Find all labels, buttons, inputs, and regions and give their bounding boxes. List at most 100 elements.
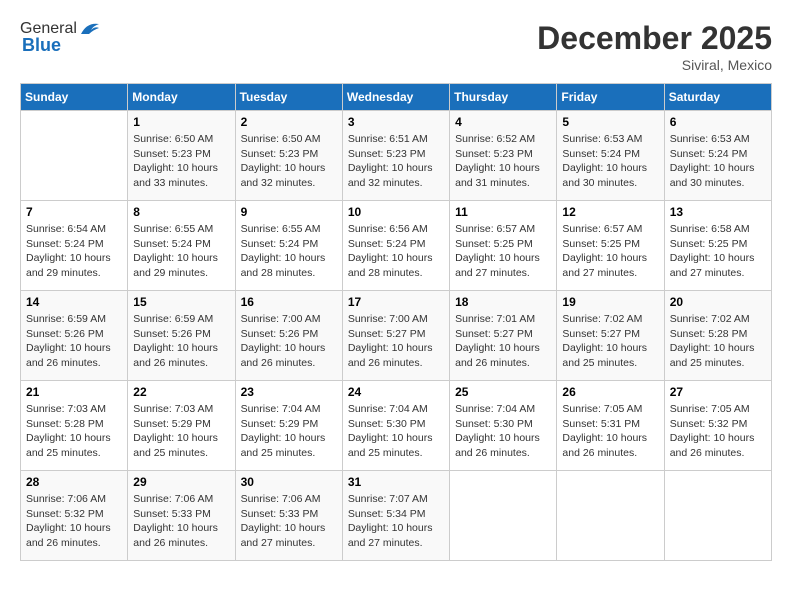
calendar-cell — [450, 471, 557, 561]
day-number: 30 — [241, 475, 337, 489]
day-number: 6 — [670, 115, 766, 129]
calendar-week-row: 21 Sunrise: 7:03 AM Sunset: 5:28 PM Dayli… — [21, 381, 772, 471]
header-cell-wednesday: Wednesday — [342, 84, 449, 111]
day-info: Sunrise: 6:51 AM Sunset: 5:23 PM Dayligh… — [348, 132, 444, 191]
calendar-cell: 31Sunrise: 7:07 AM Sunset: 5:34 PM Dayli… — [342, 471, 449, 561]
day-info: Sunrise: 7:02 AM Sunset: 5:27 PM Dayligh… — [562, 312, 658, 371]
day-info: Sunrise: 6:57 AM Sunset: 5:25 PM Dayligh… — [455, 222, 551, 281]
calendar-cell: 26 Sunrise: 7:05 AM Sunset: 5:31 PM Dayli… — [557, 381, 664, 471]
calendar-week-row: 7Sunrise: 6:54 AM Sunset: 5:24 PM Daylig… — [21, 201, 772, 291]
day-number: 27 — [670, 385, 766, 399]
calendar-cell: 3 Sunrise: 6:51 AM Sunset: 5:23 PM Daylig… — [342, 111, 449, 201]
calendar-week-row: 1Sunrise: 6:50 AM Sunset: 5:23 PM Daylig… — [21, 111, 772, 201]
calendar-cell: 12 Sunrise: 6:57 AM Sunset: 5:25 PM Dayli… — [557, 201, 664, 291]
day-info: Sunrise: 7:04 AM Sunset: 5:30 PM Dayligh… — [455, 402, 551, 461]
day-info: Sunrise: 7:04 AM Sunset: 5:29 PM Dayligh… — [241, 402, 337, 461]
header-cell-saturday: Saturday — [664, 84, 771, 111]
day-info: Sunrise: 6:57 AM Sunset: 5:25 PM Dayligh… — [562, 222, 658, 281]
calendar-cell: 11 Sunrise: 6:57 AM Sunset: 5:25 PM Dayli… — [450, 201, 557, 291]
header-cell-monday: Monday — [128, 84, 235, 111]
header-cell-friday: Friday — [557, 84, 664, 111]
calendar-cell: 25 Sunrise: 7:04 AM Sunset: 5:30 PM Dayli… — [450, 381, 557, 471]
calendar-cell: 8 Sunrise: 6:55 AM Sunset: 5:24 PM Daylig… — [128, 201, 235, 291]
calendar-cell: 17 Sunrise: 7:00 AM Sunset: 5:27 PM Dayli… — [342, 291, 449, 381]
day-number: 2 — [241, 115, 337, 129]
day-number: 29 — [133, 475, 229, 489]
month-title: December 2025 — [537, 20, 772, 57]
day-info: Sunrise: 7:02 AM Sunset: 5:28 PM Dayligh… — [670, 312, 766, 371]
header-cell-sunday: Sunday — [21, 84, 128, 111]
day-info: Sunrise: 7:00 AM Sunset: 5:27 PM Dayligh… — [348, 312, 444, 371]
calendar-cell: 19 Sunrise: 7:02 AM Sunset: 5:27 PM Dayli… — [557, 291, 664, 381]
calendar-cell: 1Sunrise: 6:50 AM Sunset: 5:23 PM Daylig… — [128, 111, 235, 201]
day-info: Sunrise: 7:06 AM Sunset: 5:33 PM Dayligh… — [133, 492, 229, 551]
calendar-cell: 9Sunrise: 6:55 AM Sunset: 5:24 PM Daylig… — [235, 201, 342, 291]
day-number: 22 — [133, 385, 229, 399]
day-number: 11 — [455, 205, 551, 219]
header-cell-tuesday: Tuesday — [235, 84, 342, 111]
calendar-cell: 14Sunrise: 6:59 AM Sunset: 5:26 PM Dayli… — [21, 291, 128, 381]
calendar-week-row: 14 Sunrise: 6:59 AM Sunset: 5:26 PM Dayli… — [21, 291, 772, 381]
day-info: Sunrise: 6:50 AM Sunset: 5:23 PM Dayligh… — [133, 132, 229, 191]
day-info: Sunrise: 7:05 AM Sunset: 5:32 PM Dayligh… — [670, 402, 766, 461]
calendar-cell: 28Sunrise: 7:06 AM Sunset: 5:32 PM Dayli… — [21, 471, 128, 561]
calendar-week-row: 28Sunrise: 7:06 AM Sunset: 5:32 PM Dayli… — [21, 471, 772, 561]
day-number: 31 — [348, 475, 444, 489]
day-info: Sunrise: 6:56 AM Sunset: 5:24 PM Dayligh… — [348, 222, 444, 281]
day-info: Sunrise: 6:55 AM Sunset: 5:24 PM Dayligh… — [133, 222, 229, 281]
calendar-cell: 15 Sunrise: 6:59 AM Sunset: 5:26 PM Dayli… — [128, 291, 235, 381]
header: General Blue December 2025 Siviral, Mexi… — [20, 20, 772, 73]
day-number: 8 — [133, 205, 229, 219]
day-info: Sunrise: 7:05 AM Sunset: 5:31 PM Dayligh… — [562, 402, 658, 461]
calendar-cell: 5Sunrise: 6:53 AM Sunset: 5:24 PM Daylig… — [557, 111, 664, 201]
day-number: 5 — [562, 115, 658, 129]
day-number: 26 — [562, 385, 658, 399]
day-number: 15 — [133, 295, 229, 309]
calendar-cell: 23 Sunrise: 7:04 AM Sunset: 5:29 PM Dayli… — [235, 381, 342, 471]
location: Siviral, Mexico — [537, 57, 772, 73]
day-info: Sunrise: 7:03 AM Sunset: 5:28 PM Dayligh… — [26, 402, 122, 461]
calendar-cell: 2 Sunrise: 6:50 AM Sunset: 5:23 PM Daylig… — [235, 111, 342, 201]
calendar-table: SundayMondayTuesdayWednesdayThursdayFrid… — [20, 83, 772, 561]
day-info: Sunrise: 7:00 AM Sunset: 5:26 PM Dayligh… — [241, 312, 337, 371]
day-info: Sunrise: 7:03 AM Sunset: 5:29 PM Dayligh… — [133, 402, 229, 461]
day-info: Sunrise: 6:55 AM Sunset: 5:24 PM Dayligh… — [241, 222, 337, 281]
header-cell-thursday: Thursday — [450, 84, 557, 111]
day-info: Sunrise: 6:59 AM Sunset: 5:26 PM Dayligh… — [133, 312, 229, 371]
calendar-cell — [664, 471, 771, 561]
calendar-cell: 18Sunrise: 7:01 AM Sunset: 5:27 PM Dayli… — [450, 291, 557, 381]
day-number: 25 — [455, 385, 551, 399]
day-info: Sunrise: 7:04 AM Sunset: 5:30 PM Dayligh… — [348, 402, 444, 461]
day-number: 14 — [26, 295, 122, 309]
day-info: Sunrise: 6:58 AM Sunset: 5:25 PM Dayligh… — [670, 222, 766, 281]
day-number: 20 — [670, 295, 766, 309]
day-info: Sunrise: 7:06 AM Sunset: 5:33 PM Dayligh… — [241, 492, 337, 551]
day-number: 4 — [455, 115, 551, 129]
day-info: Sunrise: 6:53 AM Sunset: 5:24 PM Dayligh… — [670, 132, 766, 191]
day-number: 12 — [562, 205, 658, 219]
day-number: 13 — [670, 205, 766, 219]
day-number: 3 — [348, 115, 444, 129]
day-number: 7 — [26, 205, 122, 219]
day-number: 21 — [26, 385, 122, 399]
calendar-cell: 20 Sunrise: 7:02 AM Sunset: 5:28 PM Dayli… — [664, 291, 771, 381]
day-info: Sunrise: 6:52 AM Sunset: 5:23 PM Dayligh… — [455, 132, 551, 191]
calendar-cell: 4 Sunrise: 6:52 AM Sunset: 5:23 PM Daylig… — [450, 111, 557, 201]
calendar-header-row: SundayMondayTuesdayWednesdayThursdayFrid… — [21, 84, 772, 111]
day-number: 10 — [348, 205, 444, 219]
calendar-cell: 30 Sunrise: 7:06 AM Sunset: 5:33 PM Dayli… — [235, 471, 342, 561]
calendar-body: 1Sunrise: 6:50 AM Sunset: 5:23 PM Daylig… — [21, 111, 772, 561]
calendar-cell: 7Sunrise: 6:54 AM Sunset: 5:24 PM Daylig… — [21, 201, 128, 291]
calendar-cell: 22 Sunrise: 7:03 AM Sunset: 5:29 PM Dayli… — [128, 381, 235, 471]
day-number: 23 — [241, 385, 337, 399]
day-number: 16 — [241, 295, 337, 309]
day-number: 19 — [562, 295, 658, 309]
calendar-cell: 10 Sunrise: 6:56 AM Sunset: 5:24 PM Dayli… — [342, 201, 449, 291]
calendar-cell: 24Sunrise: 7:04 AM Sunset: 5:30 PM Dayli… — [342, 381, 449, 471]
day-info: Sunrise: 7:01 AM Sunset: 5:27 PM Dayligh… — [455, 312, 551, 371]
day-info: Sunrise: 6:50 AM Sunset: 5:23 PM Dayligh… — [241, 132, 337, 191]
day-info: Sunrise: 7:06 AM Sunset: 5:32 PM Dayligh… — [26, 492, 122, 551]
calendar-cell — [557, 471, 664, 561]
logo: General Blue — [20, 20, 101, 56]
day-number: 17 — [348, 295, 444, 309]
